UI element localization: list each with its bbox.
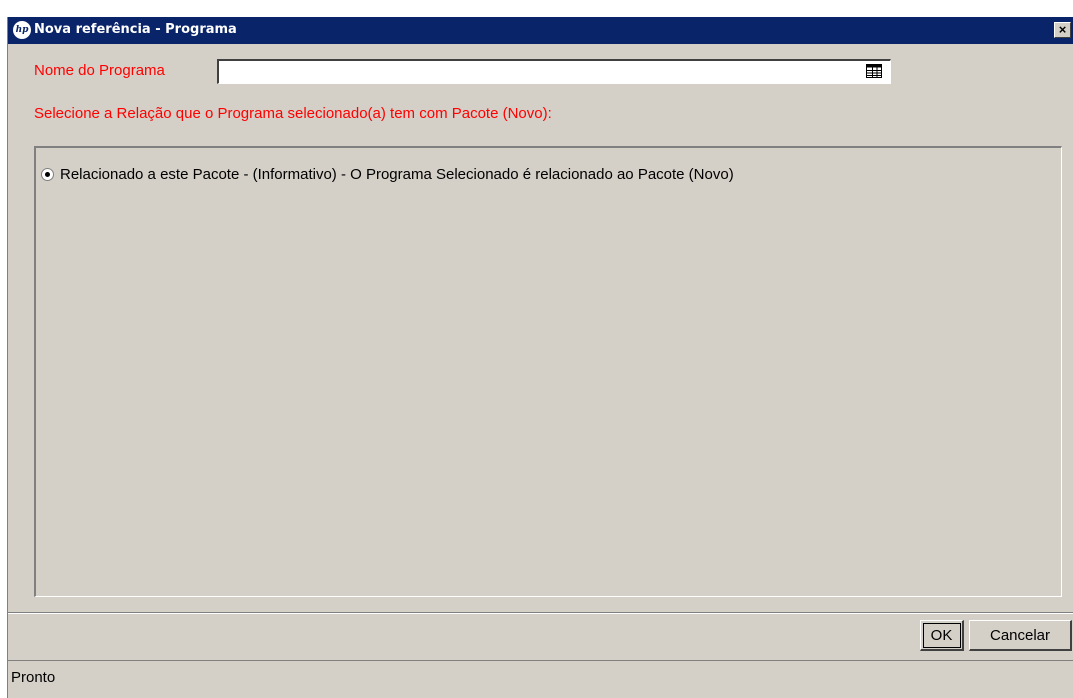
close-button[interactable]: × <box>1054 22 1071 38</box>
relation-option-label: Relacionado a este Pacote - (Informativo… <box>60 165 734 183</box>
program-name-label: Nome do Programa <box>34 62 165 79</box>
program-name-input[interactable] <box>217 59 891 84</box>
hp-logo-icon: hp <box>13 21 31 39</box>
status-text: Pronto <box>11 669 56 686</box>
relation-option-informative[interactable]: Relacionado a este Pacote - (Informativo… <box>41 164 734 184</box>
status-bar: Pronto <box>8 660 1073 698</box>
ok-button[interactable]: OK <box>920 620 964 651</box>
cancel-button[interactable]: Cancelar <box>969 620 1072 651</box>
relation-options-panel <box>34 146 1062 597</box>
dialog-title: Nova referência - Programa <box>34 22 237 37</box>
dialog-window: hp Nova referência - Programa × Nome do … <box>7 17 1073 698</box>
list-picker-icon[interactable] <box>865 62 883 80</box>
relation-prompt-label: Selecione a Relação que o Programa selec… <box>34 105 552 122</box>
divider <box>8 612 1073 614</box>
title-bar[interactable]: hp Nova referência - Programa × <box>8 17 1073 44</box>
radio-selected-icon[interactable] <box>41 167 54 181</box>
close-icon: × <box>1058 22 1067 37</box>
